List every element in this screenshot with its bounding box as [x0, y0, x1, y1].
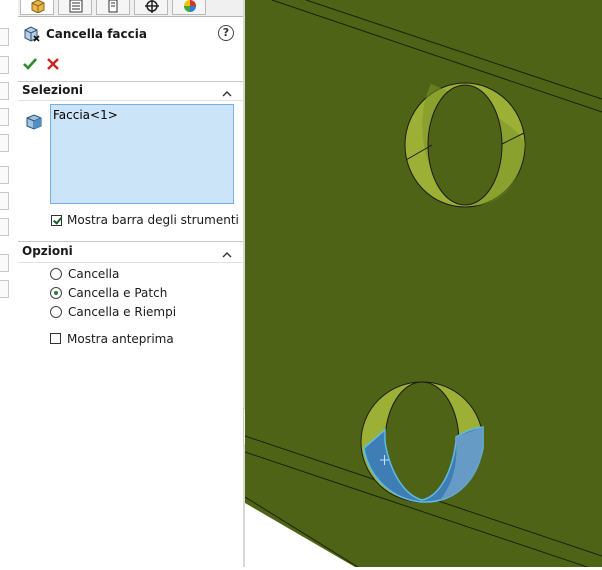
tab-configuration-manager[interactable] [96, 0, 130, 15]
strip-tool-icon[interactable] [0, 218, 9, 236]
show-toolbar-label: Mostra barra degli strumenti di [67, 213, 254, 227]
delete-and-fill-radio-label: Cancella e Riempi [68, 305, 177, 319]
lower-hole[interactable] [360, 381, 484, 503]
divider [18, 262, 243, 263]
chevron-up-icon [222, 252, 232, 258]
strip-tool-icon[interactable] [0, 280, 9, 298]
close-icon [47, 58, 59, 70]
delete-and-patch-radio[interactable] [50, 287, 62, 299]
delete-and-fill-radio[interactable] [50, 306, 62, 318]
delete-radio-label: Cancella [68, 267, 120, 281]
feature-header: Cancella faccia ? [18, 24, 243, 46]
crosshair-icon [145, 0, 159, 13]
feature-tree-icon [31, 0, 45, 13]
delete-and-patch-radio-label: Cancella e Patch [68, 286, 168, 300]
appearance-icon [184, 0, 196, 12]
property-list-icon [69, 0, 83, 13]
strip-tool-icon[interactable] [0, 134, 9, 152]
upper-hole[interactable] [404, 82, 526, 208]
selected-face-item[interactable]: Faccia<1> [53, 108, 118, 122]
configuration-icon [108, 0, 118, 13]
show-preview-checkbox[interactable] [50, 333, 61, 344]
feature-title: Cancella faccia [46, 27, 147, 41]
collapse-options-button[interactable] [222, 247, 232, 261]
faces-selection-box[interactable]: Faccia<1> [50, 104, 234, 204]
divider [18, 100, 243, 101]
strip-tool-icon[interactable] [0, 28, 9, 46]
checkmark-icon [23, 58, 37, 70]
chevron-up-icon [222, 91, 232, 97]
strip-tool-icon[interactable] [0, 192, 9, 210]
tab-dimxpert-manager[interactable] [134, 0, 168, 15]
options-section-title: Opzioni [22, 244, 73, 258]
tab-property-manager[interactable] [58, 0, 92, 15]
delete-radio[interactable] [50, 268, 62, 280]
divider [18, 241, 243, 242]
property-manager: Cancella faccia ? Selezioni Faccia<1> Mo… [18, 0, 254, 567]
model-view[interactable] [244, 0, 602, 570]
tab-display-manager[interactable] [172, 0, 206, 15]
graphics-area[interactable] [244, 0, 602, 570]
strip-tool-icon[interactable] [0, 166, 9, 184]
strip-tool-icon[interactable] [0, 108, 9, 126]
manager-tabs [18, 0, 243, 17]
collapse-selections-button[interactable] [222, 86, 232, 100]
command-strip [0, 0, 18, 567]
divider [18, 81, 243, 82]
help-icon[interactable]: ? [218, 25, 234, 41]
strip-tool-icon[interactable] [0, 82, 9, 100]
face-selection-icon [25, 113, 43, 134]
ok-button[interactable] [22, 56, 38, 75]
cancel-button[interactable] [45, 56, 61, 75]
selections-section-title: Selezioni [22, 83, 84, 97]
strip-tool-icon[interactable] [0, 56, 9, 74]
delete-face-icon [23, 25, 41, 46]
show-toolbar-checkbox[interactable] [51, 215, 62, 226]
strip-tool-icon[interactable] [0, 254, 9, 272]
show-preview-label: Mostra anteprima [67, 332, 174, 346]
tab-feature-manager[interactable] [20, 0, 54, 15]
